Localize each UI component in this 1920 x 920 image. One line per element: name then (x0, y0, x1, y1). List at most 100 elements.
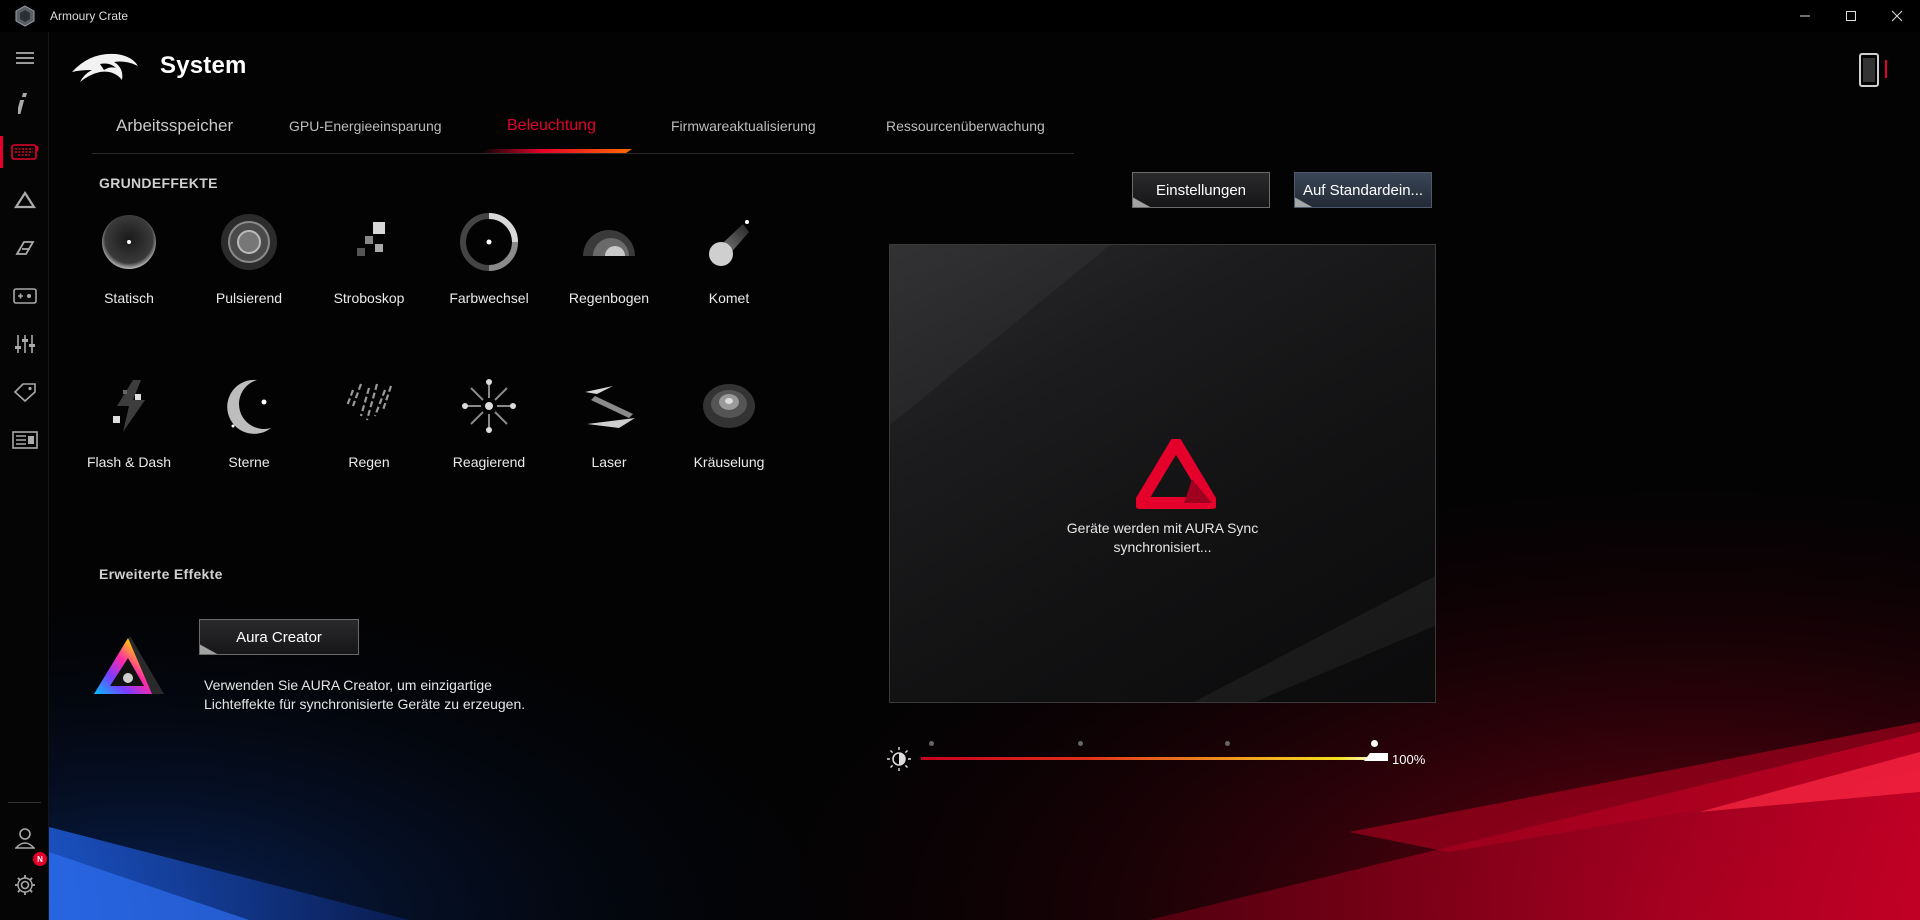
sync-status-message: Geräte werden mit AURA Sync synchronisie… (890, 519, 1435, 557)
effect-strobe[interactable]: Stroboskop (309, 212, 429, 306)
effect-ripple[interactable]: Kräuselung (669, 376, 789, 470)
aura-creator-description: Verwenden Sie AURA Creator, um einzigart… (204, 676, 525, 714)
close-button[interactable] (1874, 0, 1920, 32)
effect-label: Regenbogen (568, 290, 650, 306)
sidebar-item-device[interactable] (0, 130, 49, 174)
sidebar: N (0, 32, 49, 920)
sidebar-item-news[interactable] (0, 418, 49, 462)
tab-resource-monitor[interactable]: Ressourcenüberwachung (886, 118, 1045, 134)
maximize-icon (1846, 11, 1856, 21)
tab-bar: Arbeitsspeicher GPU-Energieeinsparung Be… (92, 112, 1074, 154)
effect-label: Regen (348, 454, 390, 470)
advanced-effects-title: Erweiterte Effekte (99, 566, 223, 582)
brightness-step-3[interactable] (1225, 741, 1230, 746)
sidebar-item-game-library[interactable] (0, 274, 49, 318)
effect-label: Kräuselung (693, 454, 765, 470)
static-icon (102, 215, 156, 269)
effect-static[interactable]: Statisch (69, 212, 189, 306)
aura-creator-button[interactable]: Aura Creator (199, 619, 359, 655)
brightness-step-4[interactable] (1371, 740, 1378, 747)
effect-color-cycle[interactable]: Farbwechsel (429, 212, 549, 306)
flash-dash-icon (113, 380, 145, 432)
preview-panel: Geräte werden mit AURA Sync synchronisie… (889, 244, 1436, 703)
brightness-slider-track[interactable] (921, 757, 1385, 760)
breathing-icon (221, 214, 277, 270)
effect-label: Reagierend (452, 454, 526, 470)
description-line: Lichteffekte für synchronisierte Geräte … (204, 696, 526, 712)
brightness-step-1[interactable] (929, 741, 934, 746)
sync-message-line: synchronisiert... (1113, 539, 1212, 555)
armoury-crate-logo-icon (15, 5, 35, 27)
user-icon (14, 828, 35, 849)
reset-default-button[interactable]: Auf Standardein... (1294, 172, 1432, 208)
minimize-button[interactable] (1782, 0, 1828, 32)
info-icon (17, 93, 27, 114)
effect-rainbow[interactable]: Regenbogen (549, 212, 669, 306)
comet-icon (709, 220, 749, 266)
stars-icon (227, 379, 271, 434)
sidebar-divider (8, 802, 41, 803)
sidebar-item-settings[interactable] (0, 863, 49, 907)
page-title: System (160, 52, 247, 79)
title-bar: Armoury Crate (0, 0, 1920, 32)
device-icon[interactable] (1858, 53, 1880, 87)
sidebar-item-gamevisual[interactable] (0, 226, 49, 270)
brightness-value: 100% (1392, 752, 1426, 767)
close-icon (1891, 10, 1903, 22)
notification-badge: N (33, 852, 47, 866)
brightness-icon (887, 747, 911, 771)
sidebar-item-info[interactable] (0, 82, 49, 126)
sidebar-item-aura-sync[interactable] (0, 178, 49, 222)
hamburger-menu-icon (15, 52, 34, 64)
sidebar-item-deals[interactable] (0, 370, 49, 414)
effect-label: Laser (591, 454, 627, 470)
effect-label: Stroboskop (333, 290, 405, 306)
settings-button[interactable]: Einstellungen (1132, 172, 1270, 208)
effect-label: Statisch (104, 290, 154, 306)
effect-label: Pulsierend (215, 290, 283, 306)
color-cycle-icon (460, 213, 518, 271)
keyboard-icon (10, 144, 38, 160)
effect-breathing[interactable]: Pulsierend (189, 212, 309, 306)
maximize-button[interactable] (1828, 0, 1874, 32)
laser-icon (585, 386, 635, 428)
effect-label: Sterne (228, 454, 270, 470)
tab-firmware-update[interactable]: Firmwareaktualisierung (671, 118, 816, 134)
strobe-icon (357, 222, 385, 256)
effect-flash-dash[interactable]: Flash & Dash (69, 376, 189, 470)
aura-creator-logo-icon (94, 636, 164, 694)
gear-icon (14, 875, 35, 895)
aura-sync-logo-icon (1136, 439, 1216, 509)
effect-label: Komet (708, 290, 750, 306)
tab-memory[interactable]: Arbeitsspeicher (116, 116, 233, 136)
effect-label: Flash & Dash (86, 454, 172, 470)
ripple-icon (703, 384, 755, 428)
equalizer-icon (14, 335, 35, 353)
brightness-slider-handle[interactable] (1364, 753, 1388, 761)
window-controls (1782, 0, 1920, 32)
brightness-step-2[interactable] (1078, 741, 1083, 746)
device-status-bar (1885, 60, 1887, 78)
effect-laser[interactable]: Laser (549, 376, 669, 470)
minimize-icon (1800, 15, 1810, 17)
menu-button[interactable] (0, 36, 49, 80)
sidebar-item-equalizer[interactable] (0, 322, 49, 366)
aura-sync-icon (13, 191, 36, 209)
rog-logo-icon (72, 53, 138, 82)
rain-icon (345, 383, 393, 421)
deals-icon (13, 383, 36, 402)
sync-message-line: Geräte werden mit AURA Sync (1066, 520, 1259, 536)
reactive-icon (462, 379, 516, 433)
active-tab-underline (480, 149, 632, 153)
description-line: Verwenden Sie AURA Creator, um einzigart… (204, 677, 492, 693)
effect-rain[interactable]: Regen (309, 376, 429, 470)
tab-gpu-power-saving[interactable]: GPU-Energieeinsparung (289, 118, 442, 134)
effect-reactive[interactable]: Reagierend (429, 376, 549, 470)
tab-lighting[interactable]: Beleuchtung (507, 117, 596, 135)
effect-comet[interactable]: Komet (669, 212, 789, 306)
gamevisual-icon (14, 241, 35, 255)
basic-effects-title: GRUNDEFFEKTE (99, 175, 218, 191)
news-icon (11, 431, 38, 449)
effect-stars[interactable]: Sterne (189, 376, 309, 470)
window-title: Armoury Crate (50, 9, 129, 23)
